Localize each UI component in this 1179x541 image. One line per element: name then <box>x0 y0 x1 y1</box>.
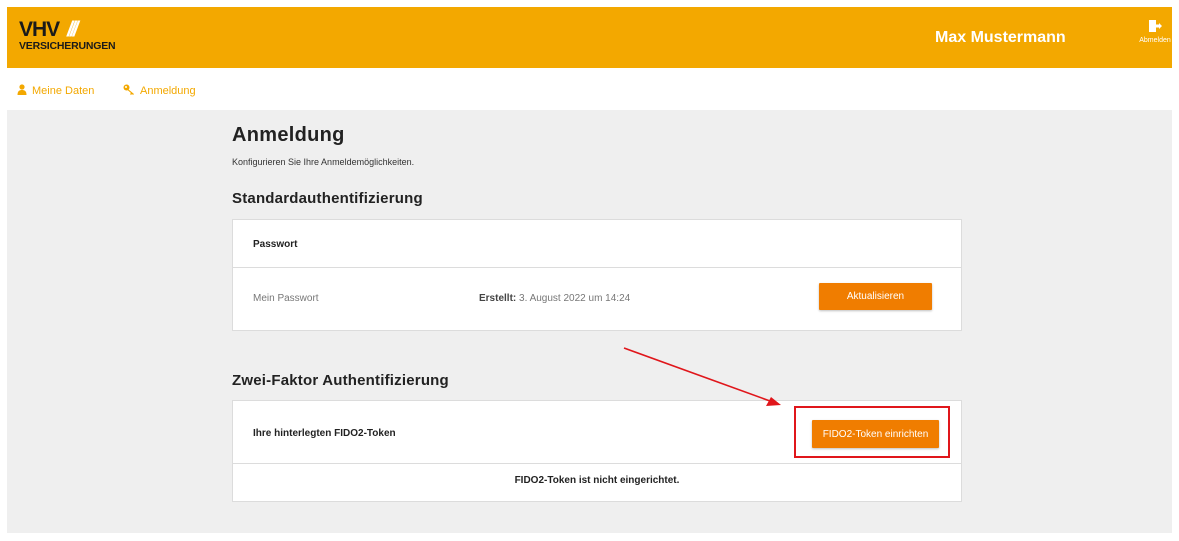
annotation-arrow <box>623 347 781 406</box>
